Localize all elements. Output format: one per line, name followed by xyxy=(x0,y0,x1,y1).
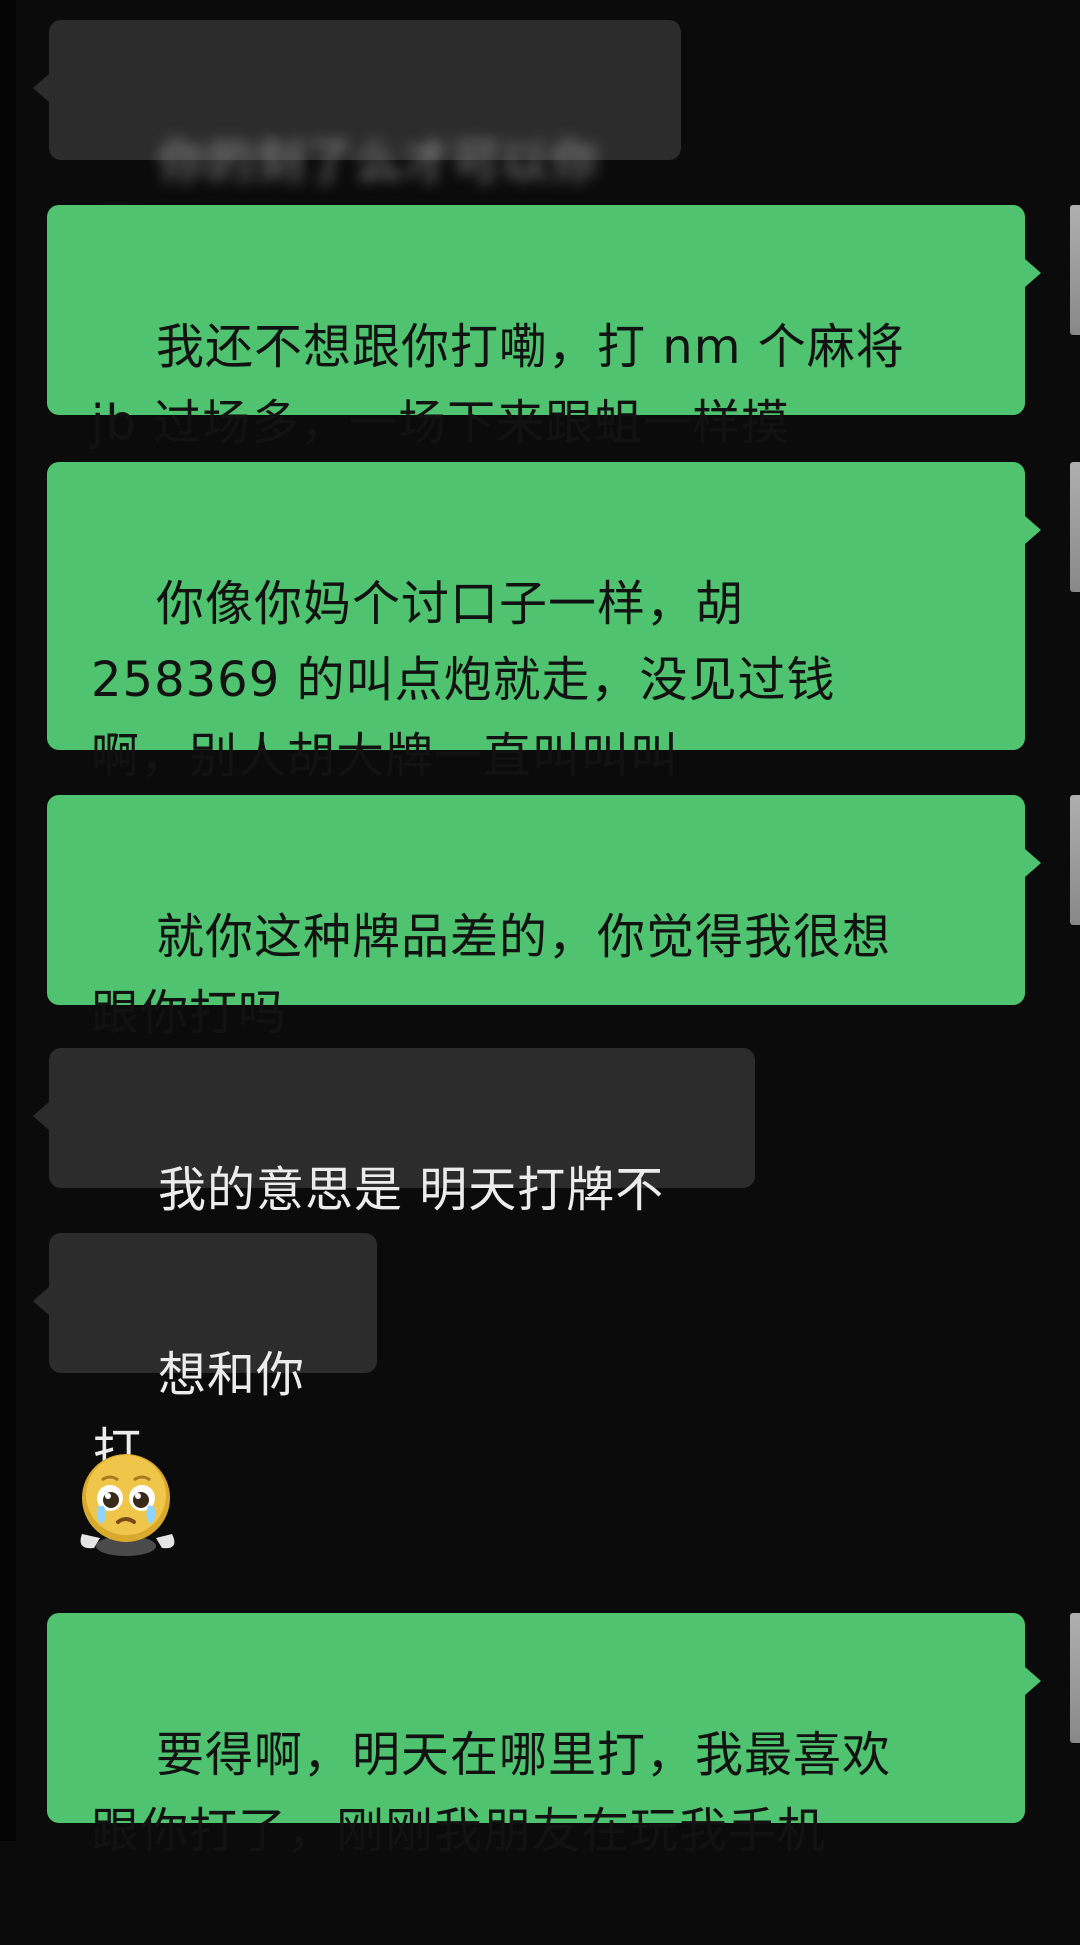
message-text: 我还不想跟你打嘞，打 nm 个麻将 jb 过场多，一场下来跟蛆一样摸 xyxy=(91,319,905,451)
message-bubble-outgoing[interactable]: 要得啊，明天在哪里打，我最喜欢 跟你打了，刚刚我朋友在玩我手机 xyxy=(47,1613,1041,1859)
chat-area: 你的刻了么才可以你可 我还不想跟你打嘞，打 nm 个麻将 jb 过场多，一场下来… xyxy=(0,0,1080,1859)
message-bubble-outgoing[interactable]: 就你这种牌品差的，你觉得我很想 跟你打吗 xyxy=(47,795,1041,1041)
message-bubble-incoming[interactable]: 我的意思是 明天打牌不 xyxy=(33,1048,755,1218)
message-bubble-outgoing[interactable]: 你像你妈个讨口子一样，胡 258369 的叫点炮就走，没见过钱 啊，别人胡大牌一… xyxy=(47,462,1041,784)
self-avatar-edge[interactable] xyxy=(1070,205,1080,335)
message-bubble-outgoing[interactable]: 我还不想跟你打嘞，打 nm 个麻将 jb 过场多，一场下来跟蛆一样摸 xyxy=(47,205,1041,451)
message-text: 你像你妈个讨口子一样，胡 258369 的叫点炮就走，没见过钱 啊，别人胡大牌一… xyxy=(91,576,836,784)
message-bubble-incoming[interactable]: 想和你打 xyxy=(33,1233,377,1479)
message-text: 要得啊，明天在哪里打，我最喜欢 跟你打了，刚刚我朋友在玩我手机 xyxy=(91,1727,892,1859)
self-avatar-edge[interactable] xyxy=(1070,795,1080,925)
message-text: 我的意思是 明天打牌不 xyxy=(158,1162,665,1218)
message-bubble-incoming[interactable]: 你的刻了么才可以你可 xyxy=(33,20,681,266)
self-avatar-edge[interactable] xyxy=(1070,1613,1080,1743)
message-text: 就你这种牌品差的，你觉得我很想 跟你打吗 xyxy=(91,909,892,1041)
crying-emoji-sticker[interactable] xyxy=(68,1440,188,1560)
self-avatar-edge[interactable] xyxy=(1070,462,1080,592)
screen-edge xyxy=(0,0,16,1841)
